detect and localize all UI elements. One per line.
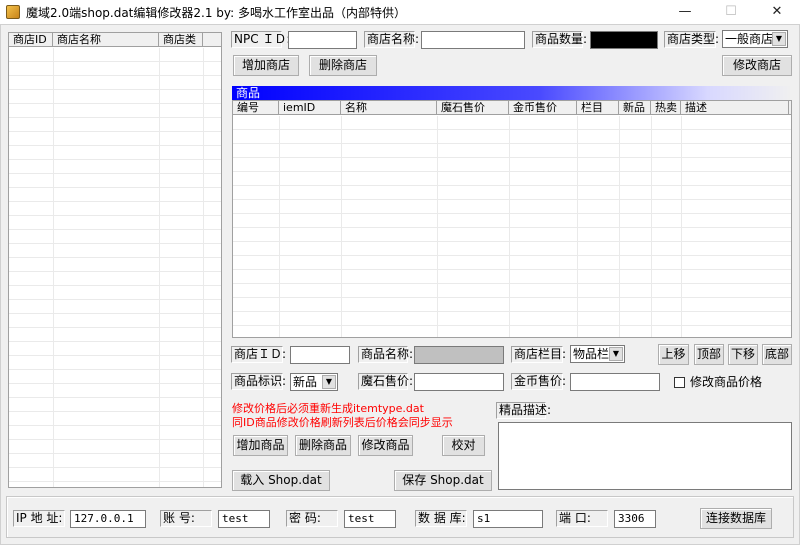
modify-price-checkbox[interactable] xyxy=(674,377,685,388)
shop-column-label: 商店栏目: xyxy=(511,346,566,363)
item-count-label: 商品数量: xyxy=(532,31,587,48)
shop-name-input[interactable] xyxy=(421,31,525,49)
port-label: 端 口: xyxy=(556,510,608,527)
item-name-input[interactable] xyxy=(414,346,504,364)
shop-name-label: 商店名称: xyxy=(364,31,419,48)
shop-id-input[interactable] xyxy=(290,346,350,364)
item-flag-label: 商品标识: xyxy=(231,373,286,390)
shop-list-col-type[interactable]: 商店类 xyxy=(159,33,203,47)
account-label: 账 号: xyxy=(160,510,212,527)
items-col-name[interactable]: 名称 xyxy=(341,101,437,115)
move-bottom-button[interactable]: 底部 xyxy=(762,344,792,365)
warning-text-1: 修改价格后必须重新生成itemtype.dat xyxy=(232,402,424,415)
shop-column-value: 物品栏 xyxy=(573,347,610,361)
shop-type-value: 一般商店 xyxy=(725,32,774,46)
delete-item-button[interactable]: 删除商品 xyxy=(295,435,351,456)
npc-id-input[interactable] xyxy=(288,31,357,49)
modify-shop-button[interactable]: 修改商店 xyxy=(722,55,792,76)
password-label: 密 码: xyxy=(286,510,338,527)
minimize-button[interactable]: — xyxy=(662,0,708,24)
desc-textarea[interactable] xyxy=(498,422,792,490)
database-label: 数 据 库: xyxy=(415,510,467,527)
grid-line xyxy=(651,116,652,337)
shop-list-col-id[interactable]: 商店ID xyxy=(9,33,53,47)
delete-shop-button[interactable]: 删除商店 xyxy=(309,55,377,76)
gold-price-input[interactable] xyxy=(570,373,660,391)
dropdown-arrow-icon[interactable]: ▼ xyxy=(609,347,623,361)
app-icon xyxy=(6,5,20,19)
save-file-button[interactable]: 保存 Shop.dat xyxy=(394,470,492,491)
items-col-no[interactable]: 编号 xyxy=(233,101,279,115)
maximize-button[interactable]: ☐ xyxy=(708,0,754,24)
grid-line xyxy=(203,48,204,487)
grid-line xyxy=(159,48,160,487)
items-col-gem-price[interactable]: 魔石售价 xyxy=(437,101,509,115)
shop-type-select[interactable]: 一般商店 ▼ xyxy=(722,30,788,48)
grid-line xyxy=(341,116,342,337)
shop-list[interactable]: 商店ID 商店名称 商店类 xyxy=(8,32,222,488)
move-down-button[interactable]: 下移 xyxy=(728,344,758,365)
item-flag-select[interactable]: 新品 ▼ xyxy=(290,373,338,391)
items-col-gold-price[interactable]: 金币售价 xyxy=(509,101,577,115)
title-bar[interactable]: 魔域2.0端shop.dat编辑修改器2.1 by: 多喝水工作室出品（内部特供… xyxy=(0,0,800,24)
shop-id-label: 商店ＩＤ: xyxy=(231,346,286,363)
modify-item-button[interactable]: 修改商品 xyxy=(358,435,413,456)
grid-line xyxy=(619,116,620,337)
items-list-rows[interactable] xyxy=(233,116,791,337)
shop-column-select[interactable]: 物品栏 ▼ xyxy=(570,345,625,363)
grid-line xyxy=(681,116,682,337)
warning-text-2: 同ID商品修改价格刷新列表后价格会同步显示 xyxy=(232,416,453,429)
grid-line xyxy=(509,116,510,337)
grid-line xyxy=(437,116,438,337)
window-title: 魔域2.0端shop.dat编辑修改器2.1 by: 多喝水工作室出品（内部特供… xyxy=(26,6,406,20)
dropdown-arrow-icon[interactable]: ▼ xyxy=(772,32,786,46)
shop-list-col-name[interactable]: 商店名称 xyxy=(53,33,159,47)
ip-input[interactable]: 127.0.0.1 xyxy=(70,510,146,528)
dropdown-arrow-icon[interactable]: ▼ xyxy=(322,375,336,389)
gem-price-label: 魔石售价: xyxy=(358,373,413,390)
npc-id-label: NPC ＩＤ: xyxy=(231,31,290,48)
items-col-column[interactable]: 栏目 xyxy=(577,101,619,115)
item-count-field xyxy=(590,31,658,49)
password-input[interactable]: test xyxy=(344,510,396,528)
items-list[interactable]: 编号 iemID 名称 魔石售价 金币售价 栏目 新品 热卖 描述 xyxy=(232,100,792,338)
items-col-new[interactable]: 新品 xyxy=(619,101,651,115)
database-input[interactable]: s1 xyxy=(473,510,543,528)
gem-price-input[interactable] xyxy=(414,373,504,391)
item-name-label: 商品名称: xyxy=(358,346,413,363)
load-file-button[interactable]: 载入 Shop.dat xyxy=(232,470,330,491)
gold-price-label: 金币售价: xyxy=(511,373,566,390)
ip-label: IP 地 址: xyxy=(13,510,65,527)
items-section-title: 商品 xyxy=(232,86,792,100)
connect-db-button[interactable]: 连接数据库 xyxy=(700,508,772,529)
desc-label: 精品描述: xyxy=(496,402,551,419)
shop-list-header: 商店ID 商店名称 商店类 xyxy=(9,33,221,47)
grid-line xyxy=(53,48,54,487)
shop-list-rows[interactable] xyxy=(9,48,221,487)
modify-price-label[interactable]: 修改商品价格 xyxy=(690,374,762,390)
item-flag-value: 新品 xyxy=(293,375,318,389)
items-col-itemid[interactable]: iemID xyxy=(279,101,341,115)
shop-type-label: 商店类型: xyxy=(664,31,719,48)
grid-line xyxy=(279,116,280,337)
grid-line xyxy=(577,116,578,337)
move-up-button[interactable]: 上移 xyxy=(658,344,689,365)
add-item-button[interactable]: 增加商品 xyxy=(233,435,288,456)
verify-button[interactable]: 校对 xyxy=(442,435,485,456)
close-button[interactable]: ✕ xyxy=(754,0,800,24)
add-shop-button[interactable]: 增加商店 xyxy=(233,55,299,76)
move-top-button[interactable]: 顶部 xyxy=(694,344,724,365)
items-list-header: 编号 iemID 名称 魔石售价 金币售价 栏目 新品 热卖 描述 xyxy=(233,101,791,115)
items-col-hot[interactable]: 热卖 xyxy=(651,101,681,115)
items-col-desc[interactable]: 描述 xyxy=(681,101,789,115)
port-input[interactable]: 3306 xyxy=(614,510,656,528)
account-input[interactable]: test xyxy=(218,510,270,528)
